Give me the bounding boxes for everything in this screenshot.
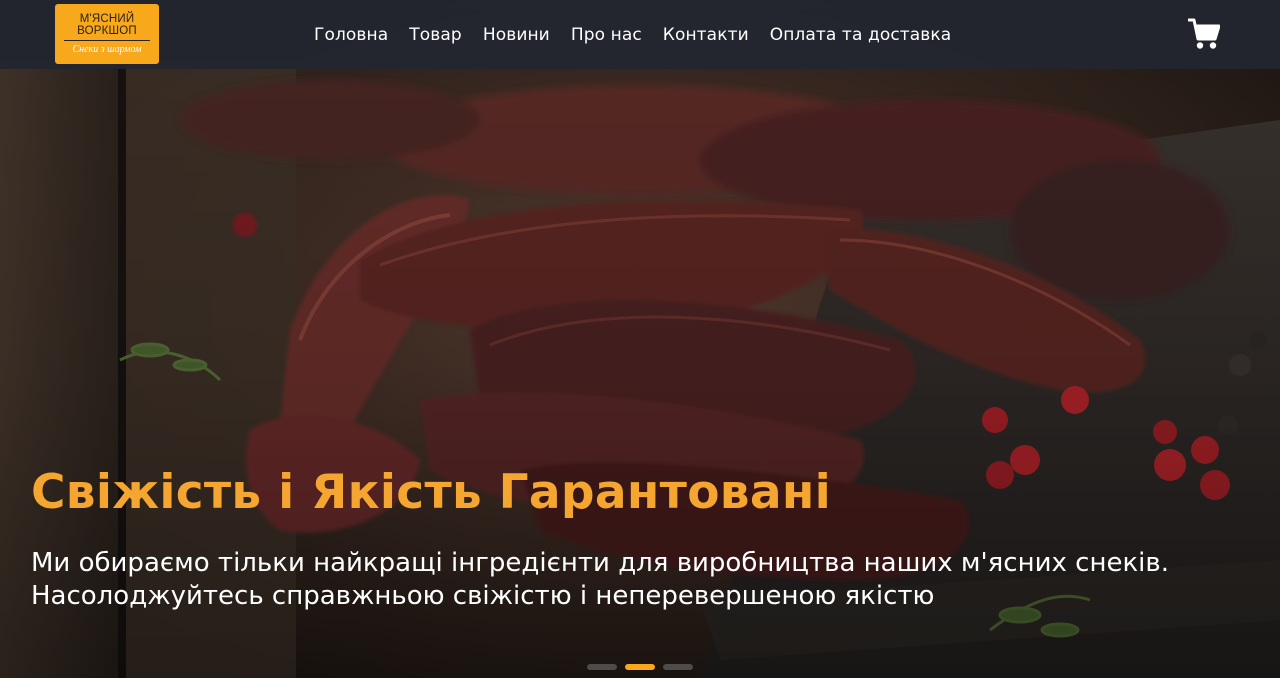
hero-section: Свіжість і Якість Гарантовані Ми обираєм… — [0, 0, 1280, 678]
brand-tagline: Снеки з шармом — [72, 44, 142, 55]
brand-divider — [64, 40, 150, 41]
nav-item-home[interactable]: Головна — [314, 25, 388, 45]
nav-item-news[interactable]: Новини — [483, 25, 550, 45]
cart-button[interactable] — [1187, 17, 1221, 51]
brand-name-line1: М'ЯСНИЙ — [79, 13, 135, 25]
hero-subtitle: Ми обираємо тільки найкращі інгредієнти … — [31, 548, 1169, 611]
nav-item-about[interactable]: Про нас — [571, 25, 642, 45]
main-nav: Головна Товар Новини Про нас Контакти Оп… — [314, 0, 951, 69]
carousel-indicator-3[interactable] — [663, 664, 693, 670]
nav-item-contacts[interactable]: Контакти — [663, 25, 749, 45]
site-header: М'ЯСНИЙ ВОРКШОП Снеки з шармом Головна Т… — [0, 0, 1280, 69]
carousel-indicators — [587, 664, 693, 670]
cart-icon — [1187, 18, 1221, 49]
brand-name-line2: ВОРКШОП — [77, 25, 137, 37]
nav-item-payment-delivery[interactable]: Оплата та доставка — [770, 25, 952, 45]
carousel-indicator-1[interactable] — [587, 664, 617, 670]
brand-logo[interactable]: М'ЯСНИЙ ВОРКШОП Снеки з шармом — [55, 4, 159, 64]
carousel-indicator-2-active[interactable] — [625, 664, 655, 670]
nav-item-products[interactable]: Товар — [409, 25, 462, 45]
hero-title: Свіжість і Якість Гарантовані — [31, 465, 832, 520]
